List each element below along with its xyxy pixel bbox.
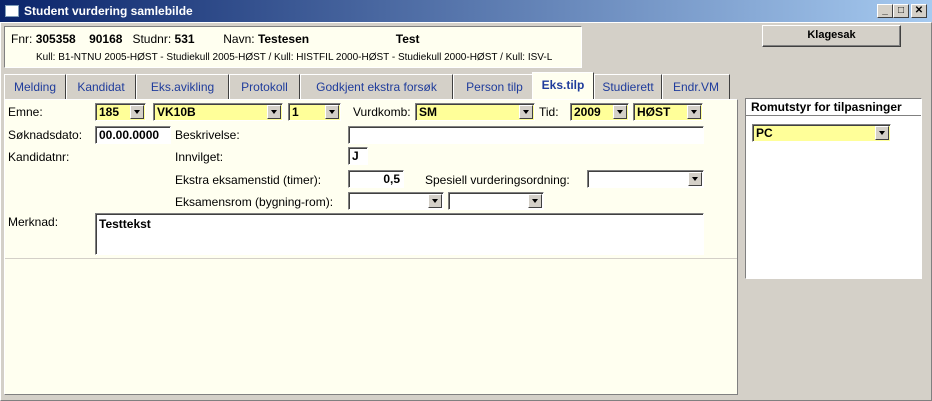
chevron-down-icon[interactable] xyxy=(528,194,542,208)
tid-label: Tid: xyxy=(539,105,559,119)
app-icon xyxy=(5,5,19,17)
tab-person-tilp[interactable]: Person tilp xyxy=(453,74,536,99)
minimize-button[interactable]: _ xyxy=(877,4,893,18)
emne-code-select[interactable]: 185 xyxy=(95,103,146,121)
tab-protokoll[interactable]: Protokoll xyxy=(229,74,300,99)
eksamensrom-label: Eksamensrom (bygning-rom): xyxy=(175,195,334,209)
innvilget-input[interactable]: J xyxy=(348,147,368,165)
eksamensrom-rom-select[interactable] xyxy=(448,192,544,210)
chevron-down-icon[interactable] xyxy=(613,105,627,119)
kandidatnr-value xyxy=(95,150,143,164)
maximize-button[interactable]: □ xyxy=(893,4,909,18)
romutstyr-select[interactable]: PC xyxy=(752,124,891,142)
fnr-value2: 90168 xyxy=(89,32,123,46)
tab-eks-tilp[interactable]: Eks.tilp xyxy=(532,72,594,100)
studnr-value: 531 xyxy=(174,32,195,46)
klagesak-button[interactable]: Klagesak xyxy=(762,25,901,47)
fnr-value: 305358 xyxy=(35,32,76,46)
navn-label: Navn: xyxy=(223,32,255,46)
emne-version-value: 1 xyxy=(292,105,299,119)
romutstyr-panel: Romutstyr for tilpasninger PC xyxy=(745,98,922,279)
ekstra-tid-input[interactable]: 0,5 xyxy=(348,170,404,188)
tid-year-select[interactable]: 2009 xyxy=(570,103,629,121)
spesiell-label: Spesiell vurderingsordning: xyxy=(425,173,570,187)
tid-term-value: HØST xyxy=(637,105,671,119)
title-bar: Student vurdering samlebilde _ □ ✕ xyxy=(0,0,932,22)
student-info-box: Fnr: 305358 90168 Studnr: 531 Navn: Test… xyxy=(4,26,582,68)
studnr-label: Studnr: xyxy=(132,32,172,46)
tab-melding[interactable]: Melding xyxy=(4,74,66,99)
kandidatnr-label: Kandidatnr: xyxy=(8,150,70,164)
tid-year-value: 2009 xyxy=(574,105,601,119)
tab-kandidat[interactable]: Kandidat xyxy=(66,74,136,99)
chevron-down-icon[interactable] xyxy=(267,105,281,119)
ekstra-tid-label: Ekstra eksamenstid (timer): xyxy=(175,173,322,187)
tab-godkjent-ekstra-forsok[interactable]: Godkjent ekstra forsøk xyxy=(300,74,453,99)
vurdkomb-select[interactable]: SM xyxy=(415,103,535,121)
window-title: Student vurdering samlebilde xyxy=(24,4,193,18)
fnr-label: Fnr: xyxy=(11,32,33,46)
beskrivelse-input[interactable] xyxy=(348,126,704,144)
chevron-down-icon[interactable] xyxy=(519,105,533,119)
romutstyr-header: Romutstyr for tilpasninger xyxy=(746,99,921,116)
kull-text: Kull: B1-NTNU 2005-HØST - Studiekull 200… xyxy=(36,52,553,63)
vurdkomb-value: SM xyxy=(419,105,437,119)
romutstyr-value: PC xyxy=(756,126,773,140)
close-button[interactable]: ✕ xyxy=(911,4,927,18)
tid-term-select[interactable]: HØST xyxy=(633,103,703,121)
tab-endr-vm[interactable]: Endr.VM xyxy=(662,74,730,99)
tab-eks-avikling[interactable]: Eks.avikling xyxy=(136,74,229,99)
navn-last: Testesen xyxy=(257,32,310,46)
merknad-label: Merknad: xyxy=(8,215,59,229)
innvilget-label: Innvilget: xyxy=(175,150,224,164)
emne-name-value: VK10B xyxy=(157,105,196,119)
vurdkomb-label: Vurdkomb: xyxy=(353,105,411,119)
spesiell-select[interactable] xyxy=(587,170,704,188)
chevron-down-icon[interactable] xyxy=(688,172,702,186)
merknad-textarea[interactable]: Testtekst xyxy=(95,213,704,255)
beskrivelse-label: Beskrivelse: xyxy=(175,128,240,142)
emne-version-select[interactable]: 1 xyxy=(288,103,341,121)
emne-name-select[interactable]: VK10B xyxy=(153,103,283,121)
tab-studierett[interactable]: Studierett xyxy=(594,74,662,99)
chevron-down-icon[interactable] xyxy=(325,105,339,119)
chevron-down-icon[interactable] xyxy=(687,105,701,119)
eksamensrom-bygning-select[interactable] xyxy=(348,192,444,210)
emne-code-value: 185 xyxy=(99,105,120,119)
student-info-row: Fnr: 305358 90168 Studnr: 531 Navn: Test… xyxy=(11,32,420,46)
navn-first: Test xyxy=(395,32,420,46)
soknadsdato-label: Søknadsdato: xyxy=(8,128,83,142)
chevron-down-icon[interactable] xyxy=(875,126,889,140)
panel-divider xyxy=(5,258,737,259)
chevron-down-icon[interactable] xyxy=(428,194,442,208)
soknadsdato-input[interactable]: 00.00.0000 xyxy=(95,126,171,144)
chevron-down-icon[interactable] xyxy=(130,105,144,119)
emne-label: Emne: xyxy=(8,105,43,119)
